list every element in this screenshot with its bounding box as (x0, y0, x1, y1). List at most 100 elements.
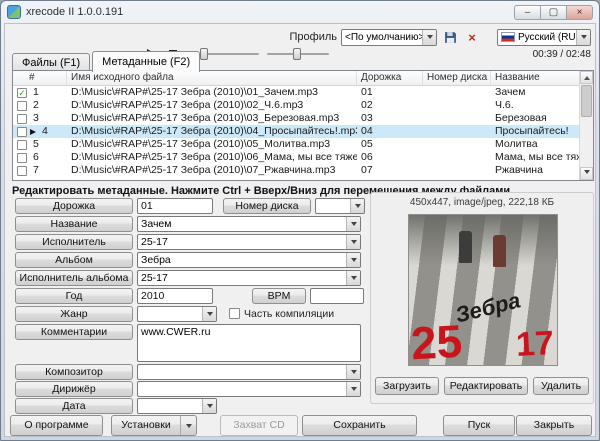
compilation-label: Часть компиляции (244, 306, 334, 322)
chevron-down-icon (346, 271, 360, 285)
cover-figure-right (493, 235, 506, 267)
delete-profile-button[interactable]: × (463, 28, 481, 46)
delete-artwork-button[interactable]: Удалить (533, 377, 589, 395)
table-row[interactable]: 6 D:\Music\#RAP#\25-17 Зебра (2010)\06_М… (13, 151, 581, 164)
floppy-icon (444, 31, 457, 44)
row-checkbox[interactable] (17, 101, 27, 111)
profile-combobox[interactable]: <По умолчанию> (341, 29, 437, 46)
artist-combobox[interactable]: 25-17 (137, 234, 361, 250)
column-header-disc[interactable]: Номер диска (423, 71, 491, 85)
title-combobox[interactable]: Зачем (137, 216, 361, 232)
profile-label: Профиль (290, 31, 338, 43)
volume-slider-thumb[interactable] (293, 48, 301, 60)
composer-combobox[interactable] (137, 364, 361, 380)
scroll-up-icon[interactable] (580, 71, 593, 84)
scrollbar-thumb[interactable] (581, 85, 592, 117)
track-input[interactable] (137, 198, 213, 214)
row-checkbox[interactable] (17, 114, 27, 124)
table-row[interactable]: 5 D:\Music\#RAP#\25-17 Зебра (2010)\05_М… (13, 138, 581, 151)
track-label-button[interactable]: Дорожка (15, 198, 133, 214)
red-x-icon: × (468, 31, 476, 44)
xrecode-window: xrecode II 1.0.0.191 – ▢ × Профиль <По у… (0, 0, 600, 441)
table-row[interactable]: 1 D:\Music\#RAP#\25-17 Зебра (2010)\01_З… (13, 86, 581, 99)
date-combobox[interactable] (137, 398, 217, 414)
album-artist-combobox[interactable]: 25-17 (137, 270, 361, 286)
save-metadata-button[interactable]: Сохранить метаданные (302, 415, 417, 436)
year-input[interactable] (137, 288, 213, 304)
volume-slider[interactable] (267, 46, 329, 62)
conductor-combobox[interactable] (137, 381, 361, 397)
album-label-button[interactable]: Альбом (15, 252, 133, 268)
row-checkbox[interactable] (17, 166, 27, 176)
column-header-file[interactable]: Имя исходного файла (67, 71, 357, 85)
row-checkbox[interactable] (17, 88, 27, 98)
settings-button[interactable]: Установки (111, 415, 197, 436)
cell-filename: D:\Music\#RAP#\25-17 Зебра (2010)\06_Мам… (67, 151, 357, 164)
table-row[interactable]: 4 D:\Music\#RAP#\25-17 Зебра (2010)\04_П… (13, 125, 581, 138)
bpm-input[interactable] (310, 288, 364, 304)
cell-filename: D:\Music\#RAP#\25-17 Зебра (2010)\07_Ржа… (67, 164, 357, 177)
artist-label-button[interactable]: Исполнитель (15, 234, 133, 250)
edit-artwork-button[interactable]: Редактировать (444, 377, 528, 395)
genre-label-button[interactable]: Жанр (15, 306, 133, 322)
playback-controls: 00:39 / 02:48 (147, 46, 591, 62)
file-table-header: # Имя исходного файла Дорожка Номер диск… (13, 71, 581, 86)
minimize-button[interactable]: – (514, 5, 541, 20)
conductor-label-button[interactable]: Дирижёр (15, 381, 133, 397)
cell-filename: D:\Music\#RAP#\25-17 Зебра (2010)\01_Зач… (67, 86, 357, 99)
cell-disc (423, 151, 491, 164)
load-artwork-button[interactable]: Загрузить (375, 377, 439, 395)
cover-number-right: 17 (515, 326, 555, 362)
table-row[interactable]: 2 D:\Music\#RAP#\25-17 Зебра (2010)\02_Ч… (13, 99, 581, 112)
window-title: xrecode II 1.0.0.191 (26, 6, 123, 18)
chevron-down-icon (202, 399, 216, 413)
row-checkbox[interactable] (17, 153, 27, 163)
date-label-button[interactable]: Дата (15, 398, 133, 414)
album-combobox[interactable]: Зебра (137, 252, 361, 268)
album-artist-label-button[interactable]: Исполнитель альбома (15, 270, 133, 286)
bpm-label-button[interactable]: BPM (252, 288, 306, 304)
year-label-button[interactable]: Год (15, 288, 133, 304)
cell-filename: D:\Music\#RAP#\25-17 Зебра (2010)\02_Ч.6… (67, 99, 357, 112)
column-header-title[interactable]: Название (491, 71, 581, 85)
title-label-button[interactable]: Название (15, 216, 133, 232)
row-checkbox[interactable] (17, 140, 27, 150)
cell-title: Мама, мы все тяжело больны (491, 151, 581, 164)
cover-number-left: 25 (410, 318, 464, 366)
cell-title: Молитва (491, 138, 581, 151)
app-icon (7, 5, 21, 19)
cell-title: Просыпайтесь! (491, 125, 581, 138)
genre-combobox[interactable] (137, 306, 217, 322)
cell-title: Ржавчина (491, 164, 581, 177)
scroll-down-icon[interactable] (580, 167, 593, 180)
album-cover-image[interactable]: Зебра 25 17 (408, 214, 558, 366)
start-button[interactable]: Пуск (443, 415, 515, 436)
comments-textarea[interactable]: www.CWER.ru (137, 324, 361, 362)
disc-combobox[interactable] (315, 198, 365, 214)
cell-disc (423, 112, 491, 125)
artwork-info: 450x447, image/jpeg, 222,18 КБ (371, 197, 593, 208)
about-button[interactable]: О программе (10, 415, 103, 436)
compilation-checkbox[interactable] (229, 308, 240, 319)
composer-label-button[interactable]: Композитор (15, 364, 133, 380)
cell-disc (423, 125, 491, 138)
disc-label-button[interactable]: Номер диска (223, 198, 311, 214)
language-combobox[interactable]: Русский (RU) (497, 29, 591, 46)
close-button[interactable]: Закрыть (516, 415, 592, 436)
chevron-down-icon (350, 199, 364, 213)
row-checkbox[interactable] (17, 127, 27, 137)
maximize-button[interactable]: ▢ (540, 5, 567, 20)
comments-label-button[interactable]: Комментарии (15, 324, 133, 340)
column-header-track[interactable]: Дорожка (357, 71, 423, 85)
table-row[interactable]: 3 D:\Music\#RAP#\25-17 Зебра (2010)\03_Б… (13, 112, 581, 125)
column-header-num[interactable]: # (13, 71, 67, 85)
cell-disc (423, 86, 491, 99)
file-table: # Имя исходного файла Дорожка Номер диск… (12, 70, 594, 181)
tab-metadata[interactable]: Метаданные (F2) (92, 51, 200, 72)
save-profile-button[interactable] (441, 28, 459, 46)
table-row[interactable]: 7 D:\Music\#RAP#\25-17 Зебра (2010)\07_Р… (13, 164, 581, 177)
vertical-scrollbar[interactable] (579, 71, 593, 180)
chevron-down-icon (346, 253, 360, 267)
cell-track: 07 (357, 164, 423, 177)
close-icon[interactable]: × (566, 5, 593, 20)
